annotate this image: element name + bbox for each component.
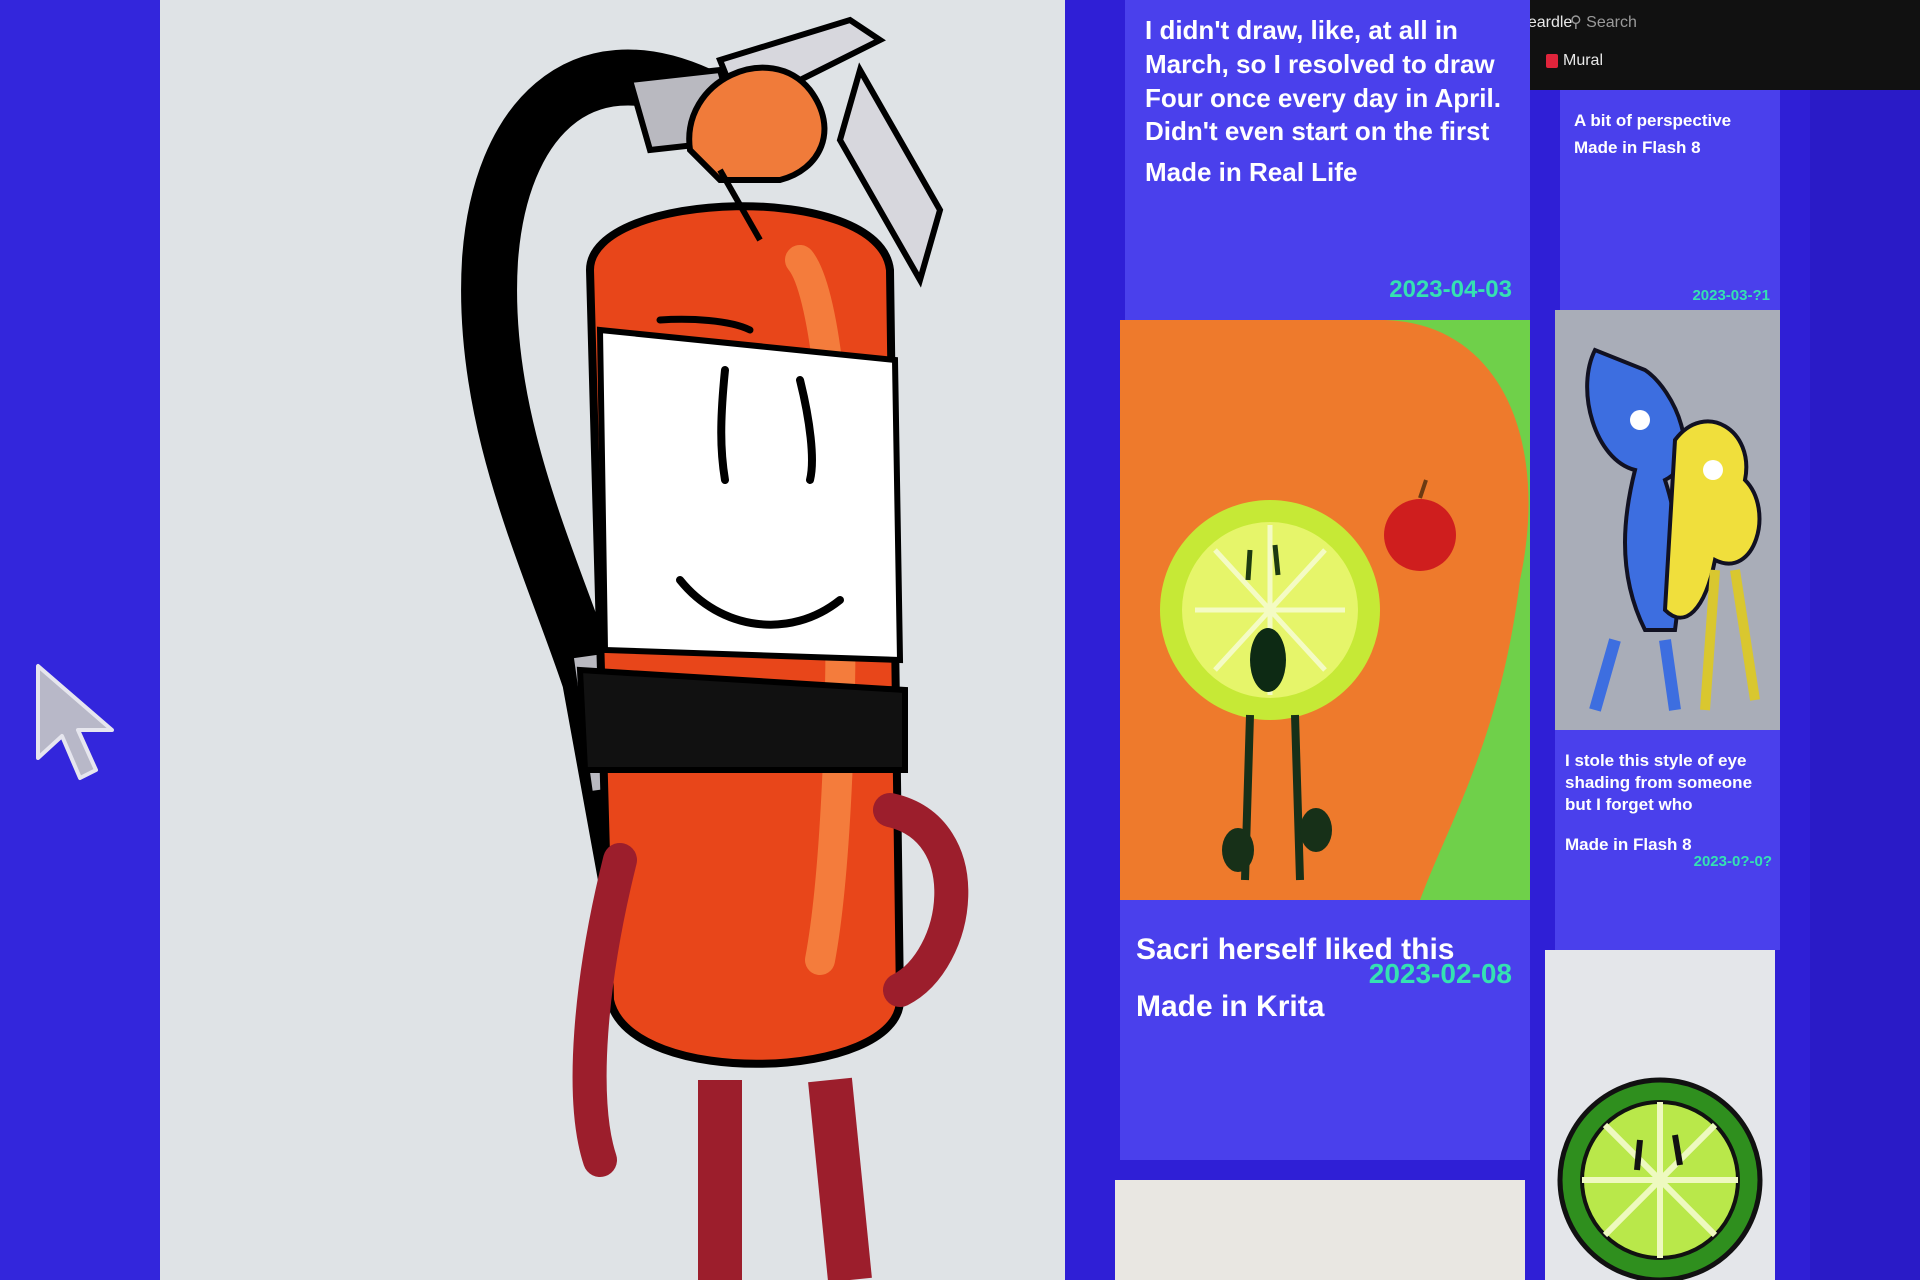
gallery-card[interactable]: A bit of perspective Made in Flash 8 202… [1560,90,1780,320]
mural-icon [1546,53,1558,68]
tab-mural[interactable]: Mural [1546,52,1603,70]
lime-slice-drawing [1545,950,1775,1280]
card-description: I stole this style of eye shading from s… [1565,751,1753,815]
right-margin [1810,90,1920,1280]
card-made-in: Made in Flash 8 [1574,138,1701,158]
card-thumbnail [1120,320,1530,900]
lime-character-drawing [1120,320,1530,900]
card-date: 2023-04-03 [1389,276,1512,303]
card-made-in: Made in Real Life [1145,157,1358,188]
gallery-card[interactable]: Sacri herself liked this Made in Krita 2… [1120,320,1530,1160]
gallery-card[interactable]: I stole this style of eye shading from s… [1555,310,1780,950]
card-made-in: Made in Flash 8 [1565,835,1692,854]
card-date: 2023-02-08 [1368,958,1512,989]
gallery-card[interactable] [1545,950,1775,1280]
card-thumbnail [1555,310,1780,730]
card-thumbnail [1545,950,1775,1280]
gallery-card[interactable] [1115,1180,1525,1280]
card-thumbnail [1115,1180,1525,1280]
fire-extinguisher-drawing [461,16,969,1280]
left-margin [0,0,160,1280]
four-and-x-drawing [1555,310,1780,730]
search-icon: ⚲ [1570,14,1582,31]
card-description: A bit of perspective [1574,111,1732,130]
card-date: 2023-0?-0? [1693,853,1772,870]
featured-artwork[interactable] [160,0,1065,1280]
card-date: 2023-03-?1 [1692,287,1770,304]
gallery-card[interactable]: I didn't draw, like, at all in March, so… [1125,0,1530,320]
mouse-cursor-icon [36,664,114,780]
card-description: I didn't draw, like, at all in March, so… [1145,15,1501,147]
search-box[interactable]: ⚲ Search [1570,12,1637,32]
card-made-in: Made in Krita [1136,990,1325,1023]
